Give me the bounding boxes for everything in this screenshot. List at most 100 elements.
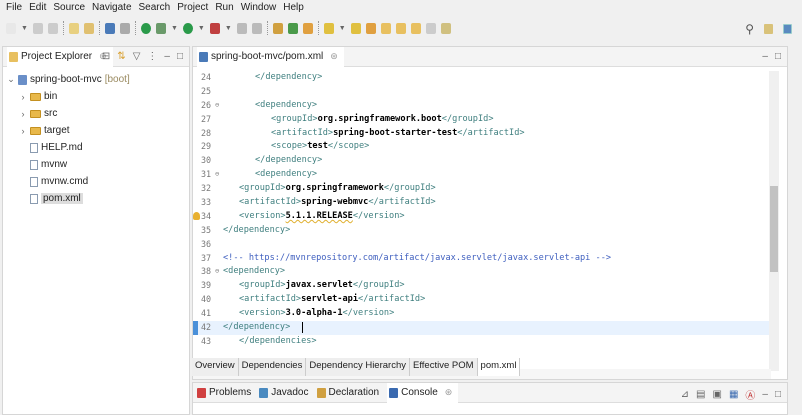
maximize-icon[interactable]: □ <box>177 51 183 62</box>
maximize-icon[interactable]: □ <box>775 389 781 400</box>
tab-console[interactable]: Console ⊛ <box>387 382 459 403</box>
scrollbar-thumb[interactable] <box>770 186 778 272</box>
open-resource-icon[interactable] <box>83 22 94 34</box>
menu-source[interactable]: Source <box>53 2 85 13</box>
menu-edit[interactable]: Edit <box>29 2 46 13</box>
pin-icon[interactable] <box>440 22 451 34</box>
minimize-icon[interactable]: – <box>762 389 768 400</box>
save-all-icon[interactable] <box>47 22 58 34</box>
xml-tag: <dependency> <box>223 266 286 277</box>
run-icon[interactable] <box>182 22 193 34</box>
minimize-icon[interactable]: – <box>164 51 170 62</box>
open-perspective-icon[interactable] <box>764 24 773 34</box>
menu-navigate[interactable]: Navigate <box>92 2 131 13</box>
step-icon[interactable] <box>251 22 262 34</box>
code-line: 25 <box>193 85 771 99</box>
skip-icon[interactable] <box>236 22 247 34</box>
dropdown-arrow-icon[interactable]: ▼ <box>225 25 232 32</box>
search-icon[interactable]: ⚲ <box>745 22 754 36</box>
menu-window[interactable]: Window <box>241 2 277 13</box>
code-line: 29 <scope> test </scope> <box>193 140 771 154</box>
dropdown-arrow-icon[interactable]: ▼ <box>198 25 205 32</box>
run-external-icon[interactable] <box>209 22 220 34</box>
tab-declaration[interactable]: Declaration <box>316 387 379 398</box>
menu-search[interactable]: Search <box>139 2 171 13</box>
new-package-icon[interactable] <box>287 22 298 34</box>
fold-toggle-icon[interactable]: ⊖ <box>215 99 223 113</box>
search-icon[interactable] <box>119 22 130 34</box>
java-ee-perspective-icon[interactable] <box>783 24 792 34</box>
tree-item-mvnw-cmd[interactable]: mvnw.cmd <box>3 173 189 190</box>
collapse-all-icon[interactable]: ⊟ <box>102 51 110 62</box>
display-console-icon[interactable]: ▤ <box>696 389 705 400</box>
menu-run[interactable]: Run <box>215 2 233 13</box>
annotation-prev-icon[interactable] <box>365 22 376 34</box>
open-task-icon[interactable] <box>302 22 313 34</box>
new-icon[interactable] <box>6 22 16 34</box>
console-icon[interactable] <box>104 22 115 34</box>
forward-edit-icon[interactable] <box>395 22 406 34</box>
save-icon[interactable] <box>32 22 43 34</box>
warning-icon[interactable] <box>193 211 200 220</box>
maximize-icon[interactable]: □ <box>775 51 781 62</box>
menu-help[interactable]: Help <box>283 2 304 13</box>
tree-item-label: pom.xml <box>41 193 83 204</box>
open-console-icon[interactable]: ▣ <box>712 389 721 400</box>
chevron-right-icon[interactable]: › <box>19 126 27 136</box>
tree-item-target[interactable]: › target <box>3 122 189 139</box>
menu-project[interactable]: Project <box>177 2 208 13</box>
debug-run-icon[interactable] <box>140 22 151 34</box>
close-icon[interactable]: ⊛ <box>445 387 453 398</box>
close-icon[interactable]: ⊛ <box>330 51 338 62</box>
new-class-icon[interactable] <box>272 22 283 34</box>
chevron-right-icon[interactable]: › <box>19 109 27 119</box>
code-line: 36 <box>193 238 771 252</box>
vertical-scrollbar[interactable] <box>769 71 779 371</box>
editor-tab-pom[interactable]: spring-boot-mvc/pom.xml ⊛ <box>197 46 344 67</box>
tree-item-src[interactable]: › src <box>3 105 189 122</box>
clear-icon[interactable]: Ⓐ <box>745 387 755 402</box>
tree-item-bin[interactable]: › bin <box>3 88 189 105</box>
dropdown-arrow-icon[interactable]: ▼ <box>21 25 28 32</box>
editor-tab-dependencies[interactable]: Dependencies <box>238 358 307 376</box>
project-explorer-tab[interactable]: Project Explorer ⊛ <box>7 46 113 67</box>
line-number: 38 <box>201 266 212 277</box>
tab-problems[interactable]: Problems <box>197 387 251 398</box>
chevron-right-icon[interactable]: › <box>19 92 27 102</box>
main-toolbar: ▼ ▼ ▼ ▼ ▼ <box>0 15 802 41</box>
lightning-icon[interactable] <box>323 22 334 34</box>
chevron-down-icon[interactable]: ⌄ <box>7 74 15 85</box>
open-type-icon[interactable] <box>68 22 79 34</box>
forward-icon[interactable] <box>425 22 436 34</box>
tree-item-mvnw[interactable]: mvnw <box>3 156 189 173</box>
link-editor-icon[interactable]: ⇅ <box>117 51 125 62</box>
menu-file[interactable]: File <box>6 2 22 13</box>
code-editor[interactable]: 24 </dependency> 25 26 ⊖ <dependency> 27 <group… <box>193 71 771 371</box>
tree-item-help-md[interactable]: HELP.md <box>3 139 189 156</box>
editor-tab-overview[interactable]: Overview <box>192 358 239 376</box>
tab-javadoc[interactable]: Javadoc <box>259 387 309 398</box>
copy-icon[interactable]: ▦ <box>729 389 738 400</box>
fold-toggle-icon[interactable]: ⊖ <box>215 265 223 279</box>
editor-tab-dependency-hierarchy[interactable]: Dependency Hierarchy <box>306 358 410 376</box>
pin-console-icon[interactable]: ⊿ <box>681 389 689 400</box>
editor-tab-pom-xml[interactable]: pom.xml <box>477 358 521 376</box>
xml-tag: </scope> <box>327 141 370 152</box>
minimize-icon[interactable]: – <box>762 51 768 62</box>
tree-item-project[interactable]: ⌄ spring-boot-mvc [boot] <box>3 71 189 88</box>
folder-icon <box>30 126 41 135</box>
dropdown-arrow-icon[interactable]: ▼ <box>339 25 346 32</box>
back-icon[interactable] <box>410 22 421 34</box>
xml-tag: <version> <box>239 308 286 319</box>
fold-toggle-icon[interactable]: ⊖ <box>215 168 223 182</box>
dropdown-arrow-icon[interactable]: ▼ <box>171 25 178 32</box>
tree-item-pom-xml[interactable]: pom.xml <box>3 190 189 207</box>
xml-text: spring-webmvc <box>301 197 369 208</box>
filter-icon[interactable]: ▽ <box>133 51 141 62</box>
debug-icon[interactable] <box>155 22 166 34</box>
declaration-icon <box>316 387 326 398</box>
annotation-next-icon[interactable] <box>350 22 361 34</box>
editor-tab-effective-pom[interactable]: Effective POM <box>409 358 478 376</box>
back-edit-icon[interactable] <box>380 22 391 34</box>
view-menu-icon[interactable]: ⋮ <box>147 51 157 62</box>
